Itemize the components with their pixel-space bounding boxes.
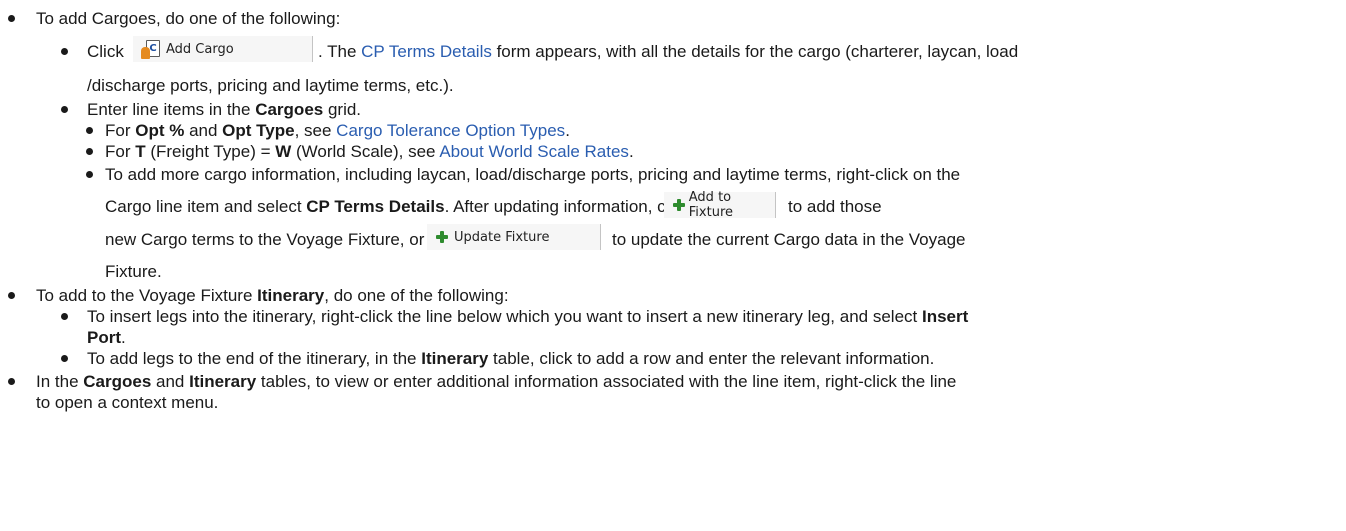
- list-item-add-legs-end: To add legs to the end of the itinerary,…: [87, 349, 935, 368]
- list-item-insert-legs: To insert legs into the itinerary, right…: [87, 307, 969, 326]
- list-item-click-add-cargo: Click: [87, 42, 124, 61]
- document-body: To add Cargoes, do one of the following:…: [0, 0, 1346, 531]
- list-item-freight-type: For T (Freight Type) = W (World Scale), …: [105, 142, 634, 161]
- list-item-text: To add Cargoes, do one of the following:: [36, 9, 341, 28]
- bullet-icon: [61, 106, 68, 113]
- list-item-text-continuation: new Cargo terms to the Voyage Fixture, o…: [105, 230, 425, 249]
- bullet-icon: [8, 15, 15, 22]
- add-to-fixture-button[interactable]: Add to Fixture: [664, 190, 776, 220]
- list-item-enter-line-items: Enter line items in the Cargoes grid.: [87, 100, 362, 119]
- about-world-scale-rates-link[interactable]: About World Scale Rates: [439, 142, 629, 161]
- add-cargo-button[interactable]: C Add Cargo: [133, 36, 313, 62]
- list-item-text-continuation: Port.: [87, 328, 126, 347]
- list-item-opt-type: For Opt % and Opt Type, see Cargo Tolera…: [105, 121, 570, 140]
- list-item-text-continuation: Fixture.: [105, 262, 162, 281]
- list-item-text-continuation: to add those: [788, 197, 882, 216]
- bullet-icon: [61, 313, 68, 320]
- list-item-text-continuation: to open a context menu.: [36, 393, 219, 412]
- cp-terms-details-link[interactable]: CP Terms Details: [361, 42, 492, 61]
- list-item-add-cargoes: To add Cargoes, do one of the following:: [36, 9, 340, 29]
- list-item-text-continuation: Cargo line item and select CP Terms Deta…: [105, 197, 691, 216]
- bullet-icon: [8, 292, 15, 299]
- bullet-icon: [61, 355, 68, 362]
- add-cargo-icon: C: [141, 39, 161, 59]
- plus-icon: [435, 230, 449, 244]
- list-item-more-cargo-info: To add more cargo information, including…: [105, 165, 961, 184]
- bullet-icon: [86, 148, 93, 155]
- list-item-text-continuation: /discharge ports, pricing and laytime te…: [87, 76, 454, 95]
- list-item-add-itinerary: To add to the Voyage Fixture Itinerary, …: [36, 286, 509, 305]
- bullet-icon: [61, 48, 68, 55]
- bullet-icon: [86, 171, 93, 178]
- bullet-icon: [86, 127, 93, 134]
- list-item-context-menu: In the Cargoes and Itinerary tables, to …: [36, 372, 957, 391]
- list-item-text-continuation: to update the current Cargo data in the …: [612, 230, 966, 249]
- plus-icon: [672, 198, 685, 212]
- list-item-text: . The CP Terms Details form appears, wit…: [318, 42, 1019, 61]
- bullet-icon: [8, 378, 15, 385]
- update-fixture-button[interactable]: Update Fixture: [427, 224, 601, 250]
- cargo-tolerance-option-types-link[interactable]: Cargo Tolerance Option Types: [336, 121, 565, 140]
